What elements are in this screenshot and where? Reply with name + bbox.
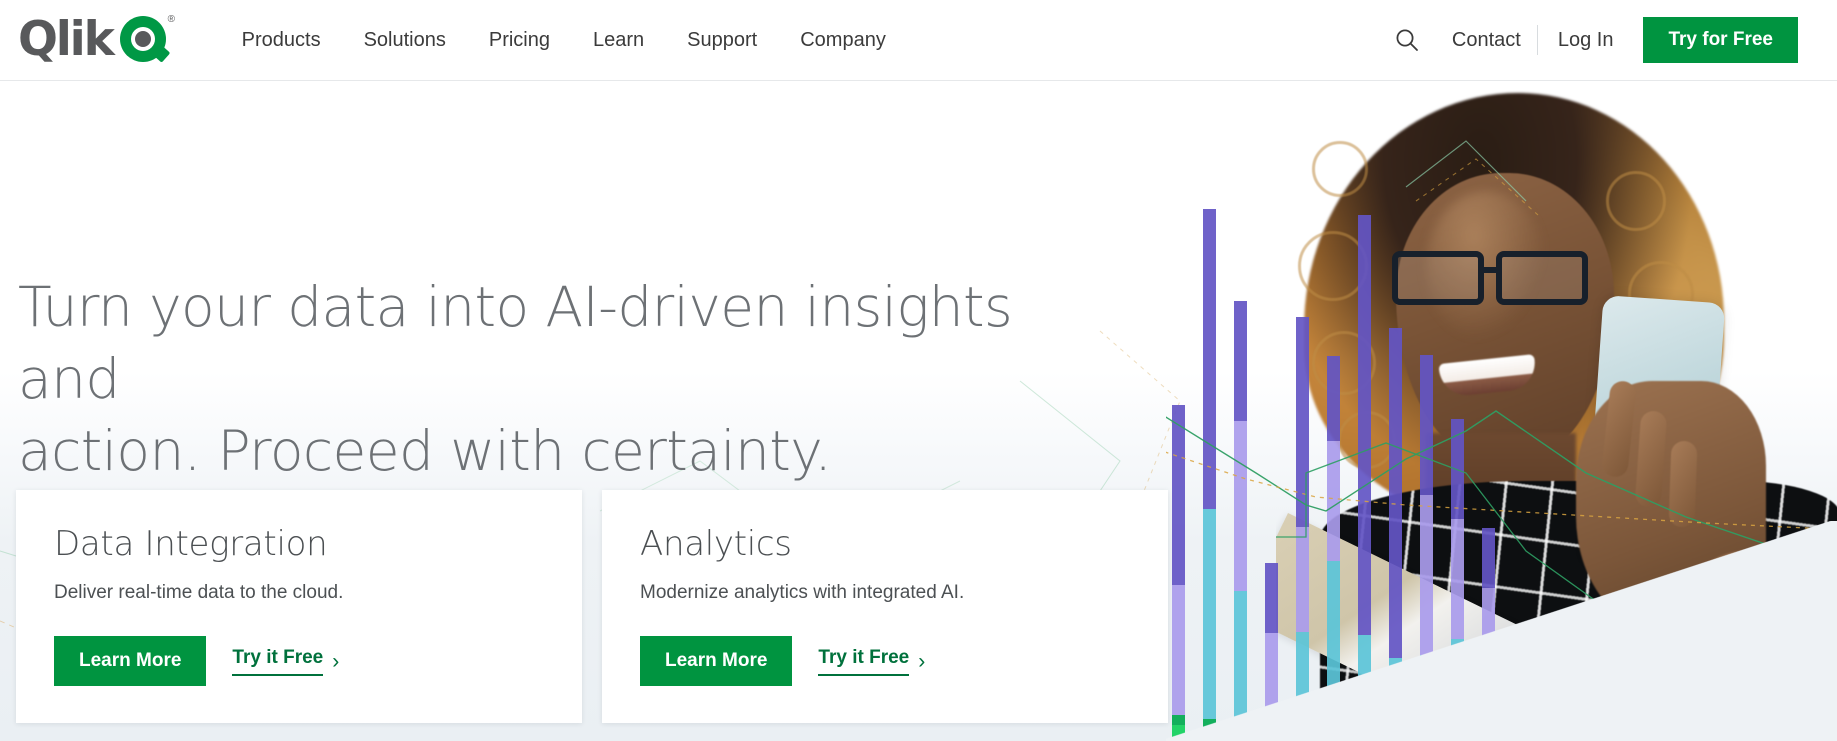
logo-wordmark: Qlik	[18, 12, 115, 67]
qlik-logo[interactable]: Qlik ®	[18, 13, 176, 67]
nav-item-pricing[interactable]: Pricing	[489, 29, 550, 52]
bar-segment	[1420, 355, 1433, 495]
feature-cards: Data Integration Deliver real-time data …	[16, 490, 1168, 723]
bar-segment	[1203, 209, 1216, 509]
main-navigation: Products Solutions Pricing Learn Support…	[242, 29, 886, 52]
diagonal-cut-overlay	[1166, 521, 1837, 741]
q-logo-icon: ®	[119, 13, 176, 67]
headline-line-2: action. Proceed with certainty.	[18, 419, 832, 483]
nav-item-company[interactable]: Company	[800, 29, 886, 52]
try-it-free-link[interactable]: Try it Free ›	[232, 647, 339, 676]
card-title: Analytics	[640, 524, 792, 564]
nav-item-products[interactable]: Products	[242, 29, 321, 52]
hero-image	[1166, 81, 1837, 741]
bar-segment	[1327, 356, 1340, 441]
card-title: Data Integration	[54, 524, 328, 564]
header-actions: Contact Log In Try for Free	[1388, 0, 1837, 81]
card-actions: Learn More Try it Free ›	[54, 636, 544, 686]
finger	[1668, 440, 1698, 528]
headline-line-1: Turn your data into AI-driven insights a…	[18, 275, 1013, 411]
learn-more-button[interactable]: Learn More	[54, 636, 207, 686]
q-dot	[134, 31, 151, 47]
try-for-free-button[interactable]: Try for Free	[1643, 17, 1798, 63]
card-actions: Learn More Try it Free ›	[640, 636, 1130, 686]
registered-mark: ®	[167, 14, 176, 25]
try-it-free-label: Try it Free	[232, 647, 324, 676]
card-subtitle: Modernize analytics with integrated AI.	[640, 582, 965, 603]
nav-item-support[interactable]: Support	[687, 29, 757, 52]
bar-segment	[1234, 301, 1247, 421]
bar-segment	[1451, 419, 1464, 519]
site-header: Qlik ® Products Solutions Pricing Learn …	[0, 0, 1837, 81]
try-it-free-label: Try it Free	[818, 647, 910, 676]
contact-link[interactable]: Contact	[1436, 29, 1537, 52]
card-data-integration: Data Integration Deliver real-time data …	[16, 490, 582, 723]
login-link[interactable]: Log In	[1538, 29, 1634, 52]
hair-curl	[1606, 171, 1666, 231]
bar-segment	[1296, 317, 1309, 527]
learn-more-button[interactable]: Learn More	[640, 636, 793, 686]
try-it-free-link[interactable]: Try it Free ›	[818, 647, 925, 676]
chevron-right-icon: ›	[918, 649, 926, 673]
nav-item-solutions[interactable]: Solutions	[364, 29, 446, 52]
page-title: Turn your data into AI-driven insights a…	[18, 271, 1078, 487]
chevron-right-icon: ›	[332, 649, 340, 673]
search-icon[interactable]	[1388, 21, 1426, 59]
card-analytics: Analytics Modernize analytics with integ…	[602, 490, 1168, 723]
nav-item-learn[interactable]: Learn	[593, 29, 644, 52]
card-subtitle: Deliver real-time data to the cloud.	[54, 582, 344, 603]
